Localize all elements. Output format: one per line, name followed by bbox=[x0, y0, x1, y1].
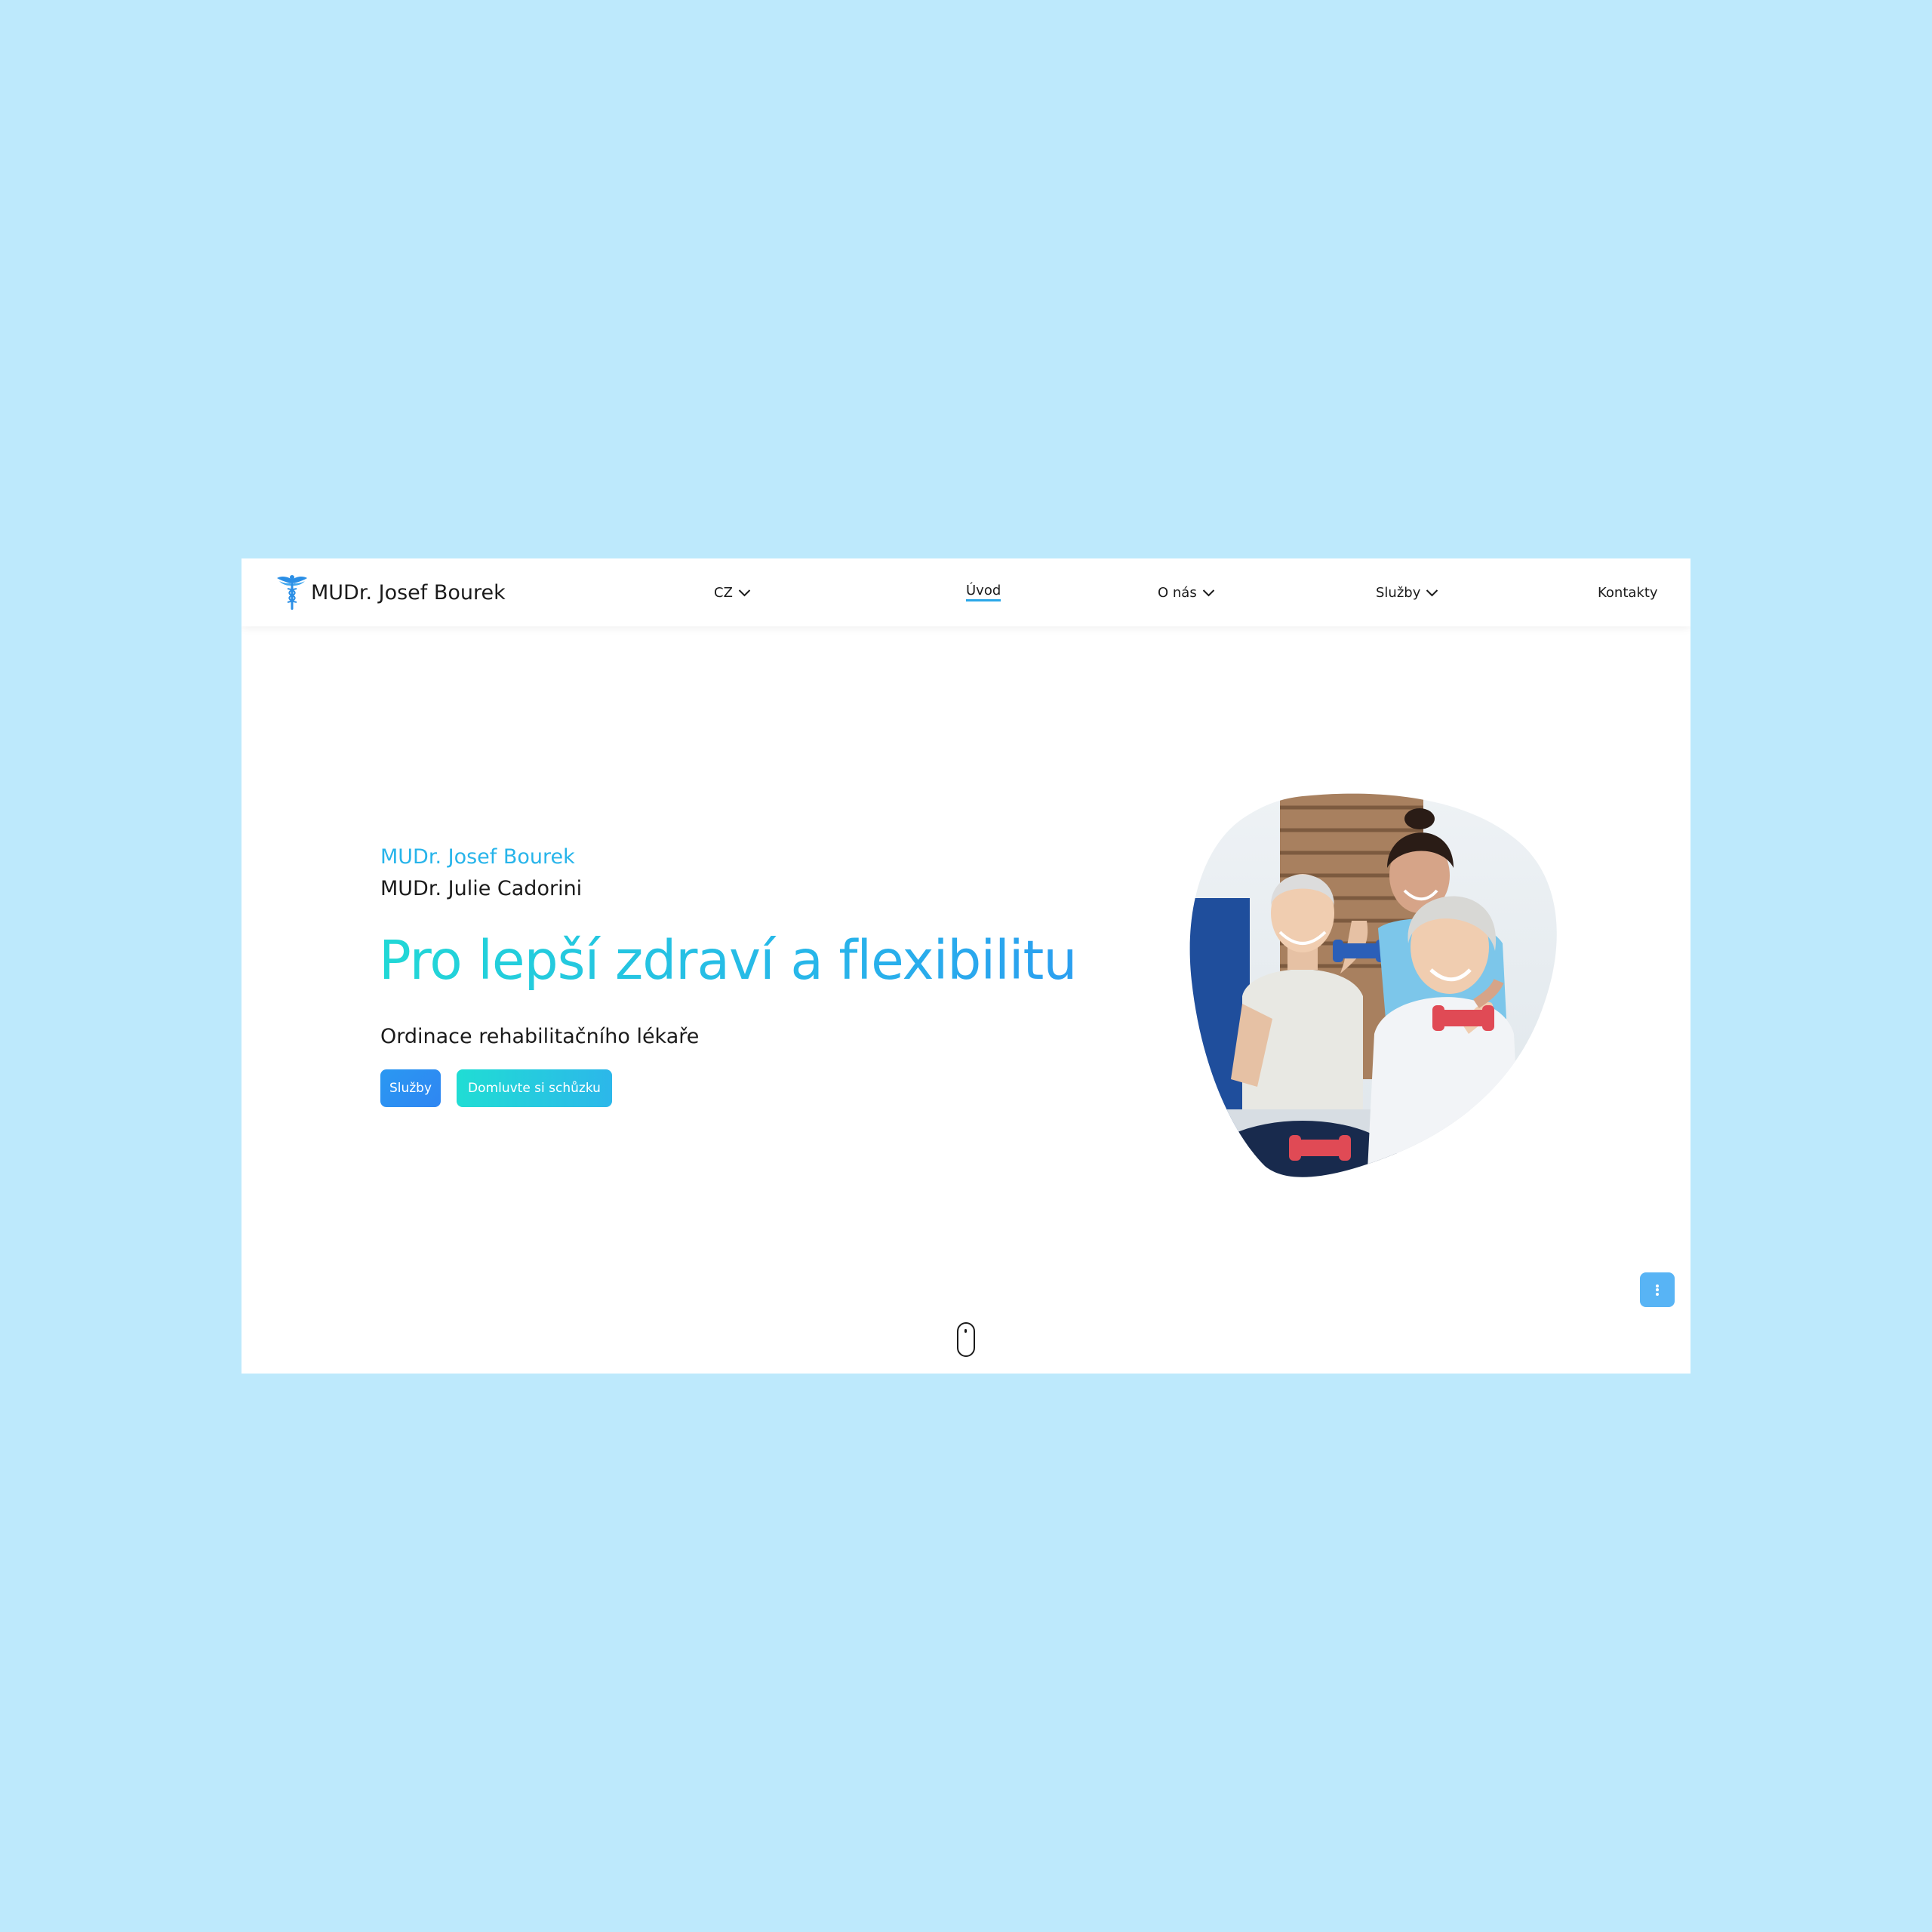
doctor-secondary-name: MUDr. Julie Cadorini bbox=[380, 877, 583, 900]
nav-contacts-label: Kontakty bbox=[1598, 584, 1658, 601]
website-viewport: MUDr. Josef Bourek CZ Úvod O nás Služby … bbox=[242, 558, 1690, 1374]
nav-item-services[interactable]: Služby bbox=[1376, 581, 1438, 604]
nav-home-label: Úvod bbox=[966, 583, 1001, 601]
language-label: CZ bbox=[714, 584, 733, 601]
nav-services-label: Služby bbox=[1376, 584, 1421, 601]
chevron-down-icon bbox=[1202, 589, 1214, 596]
nav-item-home[interactable]: Úvod bbox=[966, 581, 1001, 604]
doctor-primary-name: MUDr. Josef Bourek bbox=[380, 845, 575, 869]
caduceus-icon bbox=[277, 575, 307, 610]
nav-about-label: O nás bbox=[1158, 584, 1197, 601]
site-header: MUDr. Josef Bourek CZ Úvod O nás Služby … bbox=[242, 558, 1690, 626]
more-vertical-icon bbox=[1656, 1283, 1659, 1297]
book-appointment-button[interactable]: Domluvte si schůzku bbox=[457, 1069, 612, 1107]
rehab-exercise-photo bbox=[1189, 793, 1557, 1177]
language-selector[interactable]: CZ bbox=[714, 581, 751, 604]
brand-home-link[interactable]: MUDr. Josef Bourek bbox=[276, 574, 506, 611]
hero-photo bbox=[1189, 792, 1567, 1177]
hero-title: Pro lepší zdraví a flexibilitu bbox=[379, 929, 1077, 992]
floating-menu-button[interactable] bbox=[1640, 1272, 1675, 1307]
chevron-down-icon bbox=[738, 589, 751, 596]
scroll-wheel bbox=[964, 1329, 967, 1333]
brand-name: MUDr. Josef Bourek bbox=[311, 580, 506, 605]
services-button[interactable]: Služby bbox=[380, 1069, 441, 1107]
nav-item-about[interactable]: O nás bbox=[1158, 581, 1215, 604]
scroll-mouse-icon[interactable] bbox=[957, 1322, 975, 1357]
hero-description: Ordinace rehabilitačního lékaře bbox=[380, 1025, 700, 1048]
nav-item-contacts[interactable]: Kontakty bbox=[1598, 581, 1658, 604]
chevron-down-icon bbox=[1426, 589, 1438, 596]
